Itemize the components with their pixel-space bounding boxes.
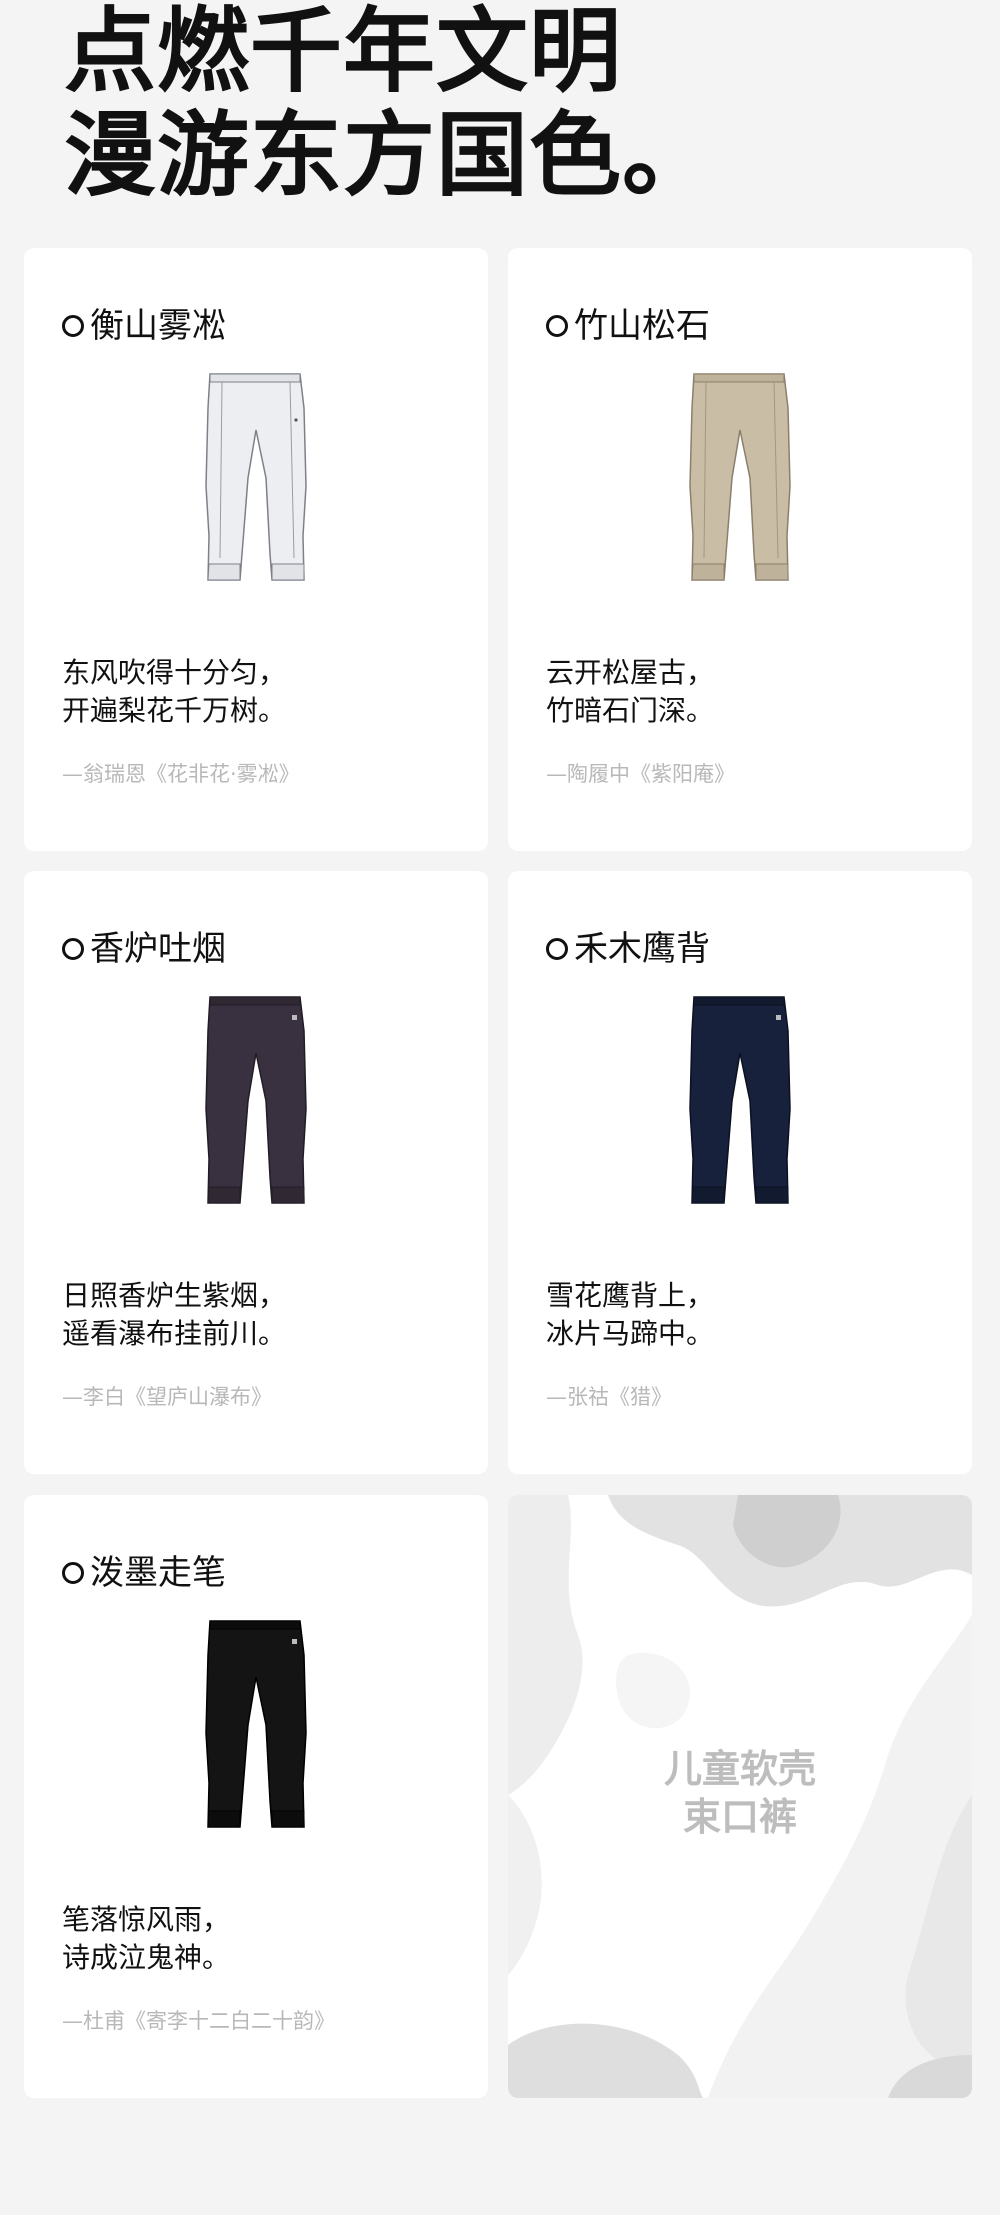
pants-image: [205, 373, 307, 581]
pants-image: [205, 1620, 307, 1828]
poem-line-1: 笔落惊风雨，: [62, 1903, 231, 1936]
poem-line-2: 竹暗石门深。: [546, 694, 715, 727]
pants-image: [689, 373, 791, 581]
cuff-left: [207, 1810, 241, 1828]
cuff-right: [271, 563, 305, 581]
product-name-card: 儿童软壳 束口裤: [508, 1495, 972, 2098]
color-card-hengshan-wusong[interactable]: 衡山雾凇 东风吹得十分匀， 开遍梨花千万树。 —翁瑞恩《花非花·雾凇》: [24, 248, 488, 851]
color-name: 泼墨走笔: [90, 1553, 226, 1593]
cuff-right: [755, 1186, 789, 1204]
pants-body: [689, 996, 791, 1204]
product-name: 儿童软壳 束口裤: [508, 1745, 972, 1841]
headline-line-2: 漫游东方国色。: [64, 102, 716, 209]
circle-outline-icon: [62, 315, 84, 337]
color-name: 衡山雾凇: [90, 306, 226, 346]
waistband: [209, 373, 301, 383]
waistband: [209, 1620, 301, 1630]
poem-line-1: 雪花鹰背上，: [546, 1279, 715, 1312]
waistband: [209, 996, 301, 1006]
color-card-pomo-zoubi[interactable]: 泼墨走笔 笔落惊风雨， 诗成泣鬼神。 —杜甫《寄李十二白二十韵》: [24, 1495, 488, 2098]
waistband: [693, 996, 785, 1006]
poem-source: —杜甫《寄李十二白二十韵》: [62, 2009, 335, 2033]
cuff-right: [271, 1810, 305, 1828]
color-name: 竹山松石: [574, 306, 710, 346]
cuff-left: [691, 563, 725, 581]
poem-line-1: 日照香炉生紫烟，: [62, 1279, 287, 1312]
cuff-left: [691, 1186, 725, 1204]
cuff-left: [207, 563, 241, 581]
poem-line-1: 云开松屋古，: [546, 656, 715, 689]
poem-line-2: 冰片马蹄中。: [546, 1317, 715, 1350]
card-title: 衡山雾凇: [62, 304, 226, 348]
color-name: 禾木鹰背: [574, 929, 710, 969]
pants-image: [205, 996, 307, 1204]
poem-source: —李白《望庐山瀑布》: [62, 1385, 272, 1409]
color-card-zhushan-songshi[interactable]: 竹山松石 云开松屋古， 竹暗石门深。 —陶履中《紫阳庵》: [508, 248, 972, 851]
color-card-hemu-yingbei[interactable]: 禾木鹰背 雪花鹰背上， 冰片马蹄中。 —张祜《猎》: [508, 871, 972, 1474]
cuff-right: [271, 1186, 305, 1204]
circle-outline-icon: [546, 938, 568, 960]
poem: 东风吹得十分匀， 开遍梨花千万树。: [62, 654, 286, 730]
card-title: 香炉吐烟: [62, 927, 226, 971]
headline-line-1: 点燃千年文明: [64, 0, 623, 105]
color-card-xianglu-tuyan[interactable]: 香炉吐烟 日照香炉生紫烟， 遥看瀑布挂前川。 —李白《望庐山瀑布》: [24, 871, 488, 1474]
poem-source: —张祜《猎》: [546, 1385, 672, 1409]
circle-outline-icon: [62, 938, 84, 960]
poem-line-1: 东风吹得十分匀，: [62, 656, 287, 689]
poem: 日照香炉生紫烟， 遥看瀑布挂前川。: [62, 1277, 286, 1353]
card-title: 泼墨走笔: [62, 1551, 226, 1595]
card-title: 竹山松石: [546, 304, 710, 348]
poem: 笔落惊风雨， 诗成泣鬼神。: [62, 1901, 230, 1977]
card-title: 禾木鹰背: [546, 927, 710, 971]
poem-line-2: 遥看瀑布挂前川。: [62, 1317, 287, 1350]
pants-body: [205, 996, 307, 1204]
poem-source: —陶履中《紫阳庵》: [546, 762, 735, 786]
poem-line-2: 开遍梨花千万树。: [62, 694, 287, 727]
poem-line-2: 诗成泣鬼神。: [62, 1941, 231, 1974]
waistband: [693, 373, 785, 383]
cuff-left: [207, 1186, 241, 1204]
poem: 雪花鹰背上， 冰片马蹄中。: [546, 1277, 714, 1353]
poem-source: —翁瑞恩《花非花·雾凇》: [62, 762, 300, 786]
product-name-line-2: 束口裤: [682, 1795, 797, 1839]
headline: 点燃千年文明 漫游东方国色。: [64, 0, 715, 208]
pants-image: [689, 996, 791, 1204]
cuff-right: [755, 563, 789, 581]
poem: 云开松屋古， 竹暗石门深。: [546, 654, 714, 730]
product-name-line-1: 儿童软壳: [663, 1747, 816, 1791]
circle-outline-icon: [546, 315, 568, 337]
pants-body: [205, 1620, 307, 1828]
color-name: 香炉吐烟: [90, 929, 226, 969]
circle-outline-icon: [62, 1562, 84, 1584]
